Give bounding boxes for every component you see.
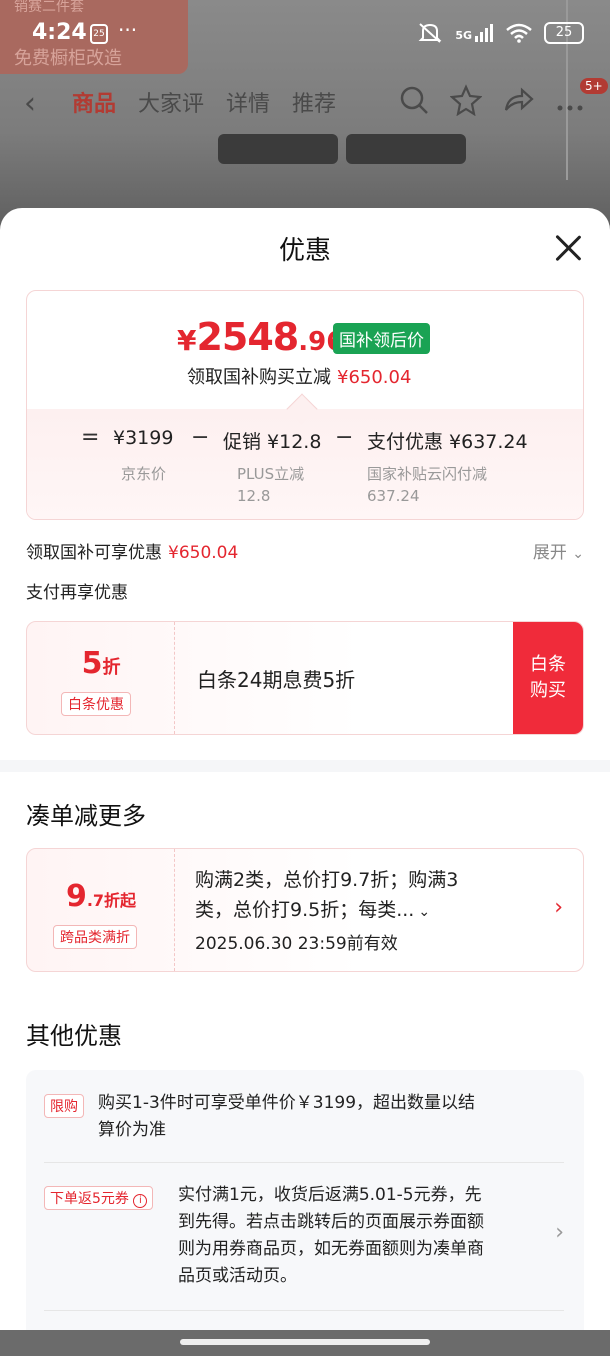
search-icon[interactable] [398, 84, 430, 116]
subsidy-coupon-label: 领取国补可享优惠 [26, 543, 162, 563]
close-icon[interactable] [554, 234, 582, 262]
list-divider [44, 1310, 564, 1311]
pay-discount-value: 支付优惠 ¥637.24 [367, 431, 528, 453]
product-tabs: 商品 大家评 详情 推荐 [72, 86, 336, 118]
cross-category-validity: 2025.06.30 23:59前有效 [195, 934, 398, 954]
sheet-title: 优惠 [278, 236, 331, 266]
pay-more-title: 支付再享优惠 [26, 583, 128, 603]
jd-price-label: 京东价 [121, 465, 167, 483]
mute-icon [418, 23, 442, 43]
baitiao-tag: 白条优惠 [61, 692, 131, 716]
status-time: 4:24 [32, 20, 87, 45]
chevron-right-icon[interactable]: › [554, 895, 563, 920]
baitiao-discount-panel: 5折 白条优惠 [27, 622, 175, 734]
jd-price-value: ¥3199 [113, 427, 174, 449]
offer-tag: 限购 [44, 1094, 84, 1118]
subsidy-line: 领取国补购买立减 ¥650.04 [187, 363, 411, 389]
nav-actions [398, 84, 586, 116]
pay-discount-label: 国家补贴云闪付减 637.24 [367, 465, 488, 505]
expand-label: 展开 [532, 543, 567, 563]
expand-button[interactable]: 展开 ⌄ [533, 538, 584, 563]
promo-value: 促销 ¥12.8 [223, 431, 322, 453]
final-price: ¥ 2548 .96 [177, 315, 344, 359]
more-notifications-icon: ··· [118, 18, 138, 42]
subsidy-label: 领取国补购买立减 [187, 367, 331, 388]
cross-category-discount: 9.7折起 [65, 879, 137, 914]
offer-tag: 下单返5元券 i [44, 1186, 154, 1210]
discount-sheet: 优惠 ¥ 2548 .96 国补领后价 领取国补购买立减 ¥650.04 = ¥3… [0, 208, 610, 1330]
cross-category-offer-card[interactable]: 9.7折起 跨品类满折 购满2类，总价打9.7折；购满3 类，总价打9.5折；每类… [26, 848, 584, 972]
share-icon[interactable] [502, 84, 534, 116]
tab-reviews[interactable]: 大家评 [138, 86, 204, 118]
price-calc-band [27, 409, 583, 519]
chevron-down-icon: ⌄ [418, 904, 431, 920]
baitiao-discount: 5折 [81, 646, 121, 681]
subsidy-amount: ¥650.04 [337, 367, 412, 388]
price-breakdown-card: ¥ 2548 .96 国补领后价 领取国补购买立减 ¥650.04 = ¥3199… [26, 290, 584, 520]
favorite-star-icon[interactable] [450, 84, 482, 116]
tab-details[interactable]: 详情 [226, 86, 270, 118]
list-divider [44, 1162, 564, 1163]
subsidy-coupon-row: 领取国补可享优惠 ¥650.04 [26, 538, 584, 563]
gesture-bar [0, 1330, 610, 1356]
wifi-icon [506, 23, 532, 43]
subsidy-coupon-amount: ¥650.04 [168, 543, 239, 563]
tab-product[interactable]: 商品 [72, 86, 116, 118]
calendar-icon: 25 [90, 24, 108, 44]
status-icons: 5G 25 [417, 22, 584, 44]
baitiao-offer-card[interactable]: 5折 白条优惠 白条24期息费5折 白条 购买 [26, 621, 584, 735]
promo-label: PLUS立减 12.8 [237, 465, 305, 505]
section-other-title: 其他优惠 [26, 1022, 122, 1050]
status-bar: 4:24 25 ··· 5G 25 [0, 0, 610, 70]
section-divider [0, 760, 610, 772]
back-icon[interactable]: ‹ [24, 86, 36, 121]
cross-category-tag: 跨品类满折 [53, 925, 137, 949]
final-price-integer: 2548 [196, 315, 299, 359]
baitiao-buy-button[interactable]: 白条 购买 [513, 622, 583, 734]
tab-recommend[interactable]: 推荐 [292, 86, 336, 118]
battery-icon: 25 [544, 22, 584, 44]
cross-category-description: 购满2类，总价打9.7折；购满3 类，总价打9.5折；每类... ⌄ [195, 869, 459, 921]
home-indicator[interactable] [180, 1339, 430, 1345]
background-stove-image [346, 134, 466, 164]
final-price-currency: ¥ [177, 324, 197, 357]
minus-sign: − [191, 425, 210, 450]
equals-sign: = [81, 425, 100, 450]
signal-5g-icon: 5G [455, 24, 494, 42]
chevron-right-icon[interactable]: › [555, 1220, 564, 1245]
chevron-down-icon: ⌄ [572, 546, 584, 562]
section-more-title: 凑单减更多 [26, 802, 146, 830]
product-nav-bar: ‹ 商品 大家评 详情 推荐 [0, 76, 610, 126]
baitiao-description: 白条24期息费5折 [197, 668, 356, 692]
final-price-tag: 国补领后价 [333, 323, 430, 354]
other-offers-list: 限购 购买1-3件时可享受单件价￥3199，超出数量以结 算价为准 下单返5元券 … [26, 1070, 584, 1330]
offer-text: 实付满1元，收货后返满5.01-5元券，先 到先得。若点击跳转后的页面展示券面额则… [178, 1185, 484, 1286]
cross-category-discount-panel: 9.7折起 跨品类满折 [27, 849, 175, 971]
cart-count-badge: 5+ [580, 78, 608, 94]
info-icon: i [133, 1194, 148, 1208]
minus-sign: − [335, 425, 354, 450]
offer-text: 购买1-3件时可享受单件价￥3199，超出数量以结 算价为准 [98, 1093, 476, 1140]
background-stove-image [218, 134, 338, 164]
